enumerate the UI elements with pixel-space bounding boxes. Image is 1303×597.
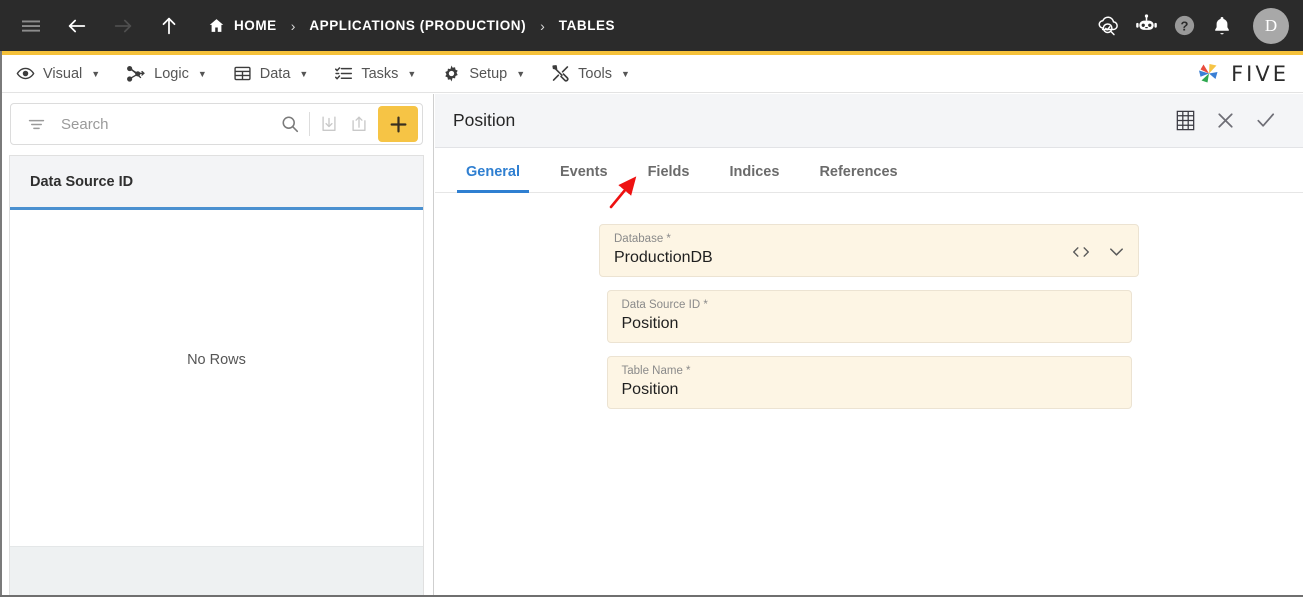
menu-label: Logic <box>154 66 189 82</box>
field-data-source-id[interactable]: Data Source ID * Position <box>607 290 1132 343</box>
five-pinwheel-logo <box>1194 59 1224 89</box>
toolbar-divider <box>309 112 310 136</box>
menu-label: Tasks <box>361 66 398 82</box>
add-button[interactable] <box>378 106 418 142</box>
field-label: Table Name * <box>622 364 1117 378</box>
help-icon[interactable]: ? <box>1167 9 1201 43</box>
menu-label: Setup <box>469 66 507 82</box>
search-bar <box>10 103 423 145</box>
menu-item-visual[interactable]: Visual ▼ <box>16 64 100 83</box>
topbar-actions: ? D <box>1091 8 1289 44</box>
column-header-data-source-id[interactable]: Data Source ID <box>30 174 133 190</box>
chevron-down-icon: ▼ <box>299 69 308 79</box>
tab-events[interactable]: Events <box>551 164 617 192</box>
empty-state-message: No Rows <box>187 352 246 546</box>
logic-nodes-icon <box>126 64 146 84</box>
breadcrumb-label: HOME <box>234 18 277 33</box>
grid-footer <box>10 546 423 597</box>
grid-header-row: Data Source ID <box>10 156 423 210</box>
field-value: Position <box>622 313 1117 335</box>
close-icon[interactable] <box>1205 101 1245 141</box>
svg-text:?: ? <box>1180 19 1188 34</box>
application-root: HOME › APPLICATIONS (PRODUCTION) › TABLE… <box>0 0 1303 597</box>
avatar[interactable]: D <box>1253 8 1289 44</box>
robot-icon[interactable] <box>1129 9 1163 43</box>
menu-label: Data <box>260 66 291 82</box>
menu-item-tasks[interactable]: Tasks ▼ <box>334 64 416 83</box>
chevron-down-icon: ▼ <box>407 69 416 79</box>
chevron-down-icon[interactable] <box>1107 244 1126 259</box>
filter-icon[interactable] <box>21 109 51 139</box>
field-label: Database * <box>614 232 1124 246</box>
cloud-check-icon[interactable] <box>1091 9 1125 43</box>
breadcrumb-separator: › <box>540 18 545 34</box>
chevron-down-icon: ▼ <box>91 69 100 79</box>
arrow-up-icon[interactable] <box>152 9 186 43</box>
import-icon[interactable] <box>314 109 344 139</box>
tab-references[interactable]: References <box>810 164 906 192</box>
eye-icon <box>16 64 35 83</box>
menu-item-logic[interactable]: Logic ▼ <box>126 64 207 84</box>
export-icon[interactable] <box>344 109 374 139</box>
field-label: Data Source ID * <box>622 298 1117 312</box>
search-icon[interactable] <box>275 109 305 139</box>
brand-name: FIVE <box>1231 62 1289 86</box>
left-sidebar: Data Source ID No Rows <box>0 94 434 597</box>
page-title: Position <box>453 110 515 131</box>
tab-indices[interactable]: Indices <box>720 164 788 192</box>
gear-icon <box>442 64 461 83</box>
menu-label: Visual <box>43 66 82 82</box>
tab-bar: General Events Fields Indices References <box>435 148 1303 193</box>
breadcrumb-item-applications[interactable]: APPLICATIONS (PRODUCTION) <box>309 18 526 33</box>
search-toolbar <box>0 94 433 145</box>
menu-label: Tools <box>578 66 612 82</box>
chevron-down-icon: ▼ <box>621 69 630 79</box>
panel-header: Position <box>435 94 1303 148</box>
window-left-edge <box>0 51 2 597</box>
data-source-grid: Data Source ID No Rows <box>9 155 424 597</box>
breadcrumb-separator: › <box>291 18 296 34</box>
menu-item-setup[interactable]: Setup ▼ <box>442 64 525 83</box>
grid-view-icon[interactable] <box>1165 101 1205 141</box>
table-icon <box>233 64 252 83</box>
chevron-down-icon: ▼ <box>516 69 525 79</box>
arrow-left-icon[interactable] <box>60 9 94 43</box>
bell-icon[interactable] <box>1205 9 1239 43</box>
field-value: ProductionDB <box>614 247 1124 269</box>
breadcrumb-item-home[interactable]: HOME <box>208 17 277 34</box>
hamburger-icon[interactable] <box>14 9 48 43</box>
main-menu-bar: Visual ▼ Logic ▼ <box>0 55 1303 93</box>
menu-item-data[interactable]: Data ▼ <box>233 64 309 83</box>
tab-fields[interactable]: Fields <box>639 164 699 192</box>
brand-logo: FIVE <box>1194 59 1289 89</box>
main-panel: Position <box>435 94 1303 597</box>
field-table-name[interactable]: Table Name * Position <box>607 356 1132 409</box>
grid-body: No Rows <box>10 213 423 546</box>
arrow-right-icon <box>106 9 140 43</box>
tools-icon <box>551 64 570 83</box>
field-database[interactable]: Database * ProductionDB <box>599 224 1139 277</box>
breadcrumb-item-tables[interactable]: TABLES <box>559 18 615 33</box>
general-form: Database * ProductionDB <box>435 193 1303 422</box>
code-icon[interactable] <box>1071 244 1091 260</box>
plus-icon <box>388 114 409 135</box>
menu-item-tools[interactable]: Tools ▼ <box>551 64 630 83</box>
confirm-icon[interactable] <box>1245 101 1285 141</box>
field-actions <box>1071 225 1126 278</box>
search-input[interactable] <box>51 116 275 133</box>
task-list-icon <box>334 64 353 83</box>
field-value: Position <box>622 379 1117 401</box>
home-icon <box>208 17 225 34</box>
tab-general[interactable]: General <box>457 164 529 192</box>
chevron-down-icon: ▼ <box>198 69 207 79</box>
top-navigation-bar: HOME › APPLICATIONS (PRODUCTION) › TABLE… <box>0 0 1303 51</box>
